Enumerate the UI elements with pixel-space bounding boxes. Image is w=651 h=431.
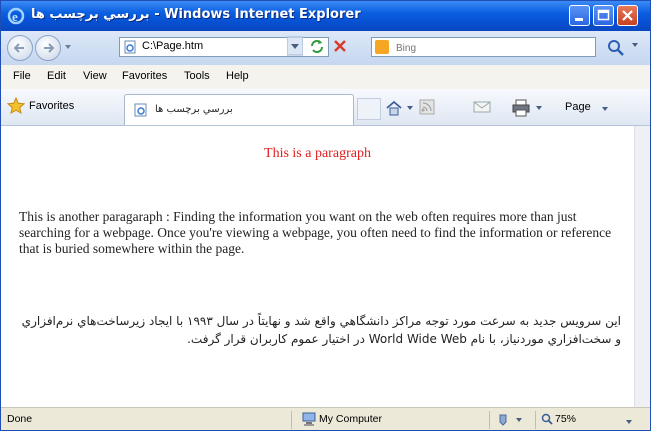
favorites-button[interactable]: Favorites [7, 97, 105, 117]
close-button[interactable] [617, 5, 638, 26]
close-icon [622, 10, 633, 21]
zoom-icon [541, 413, 553, 425]
zone-label: My Computer [319, 413, 383, 425]
favorites-label: Favorites [29, 100, 75, 112]
page-content: This is a paragraph This is another para… [1, 126, 634, 407]
recent-pages-dropdown-icon[interactable] [64, 43, 72, 51]
address-text[interactable]: C:\Page.htm [142, 40, 203, 52]
svg-text:e: e [12, 9, 18, 24]
print-dropdown-icon[interactable] [535, 105, 543, 111]
zoom-dropdown-icon[interactable] [625, 419, 633, 425]
english-paragraph: This is another paragaraph : Finding the… [19, 209, 612, 256]
search-input[interactable] [394, 39, 588, 57]
search-options-dropdown-icon[interactable] [631, 41, 639, 49]
bing-logo-icon [375, 40, 389, 54]
maximize-button[interactable] [593, 5, 614, 26]
status-separator [489, 411, 490, 429]
minimize-icon [575, 18, 583, 21]
menu-help[interactable]: Help [226, 70, 249, 82]
minimize-button[interactable] [569, 5, 590, 26]
back-button[interactable] [7, 35, 33, 61]
stop-icon[interactable] [331, 37, 349, 55]
status-text: Done [7, 413, 33, 425]
status-bar: Done My Computer 75% [1, 407, 650, 430]
maximize-icon [597, 9, 610, 21]
favorites-star-icon [7, 97, 25, 114]
feeds-icon[interactable] [419, 99, 435, 115]
forward-button[interactable] [35, 35, 61, 61]
red-paragraph: This is a paragraph [264, 146, 371, 161]
forward-arrow-icon [44, 43, 55, 53]
title-bar[interactable]: e بررسي برچسب ها - Windows Internet Expl… [1, 1, 650, 31]
home-dropdown-icon[interactable] [406, 105, 414, 111]
menu-tools[interactable]: Tools [184, 70, 210, 82]
status-separator [291, 411, 292, 429]
search-icon[interactable] [605, 37, 627, 57]
read-mail-icon[interactable] [473, 99, 491, 115]
page-icon [124, 40, 136, 54]
menu-edit[interactable]: Edit [47, 70, 66, 82]
back-arrow-icon [13, 43, 24, 53]
menu-view[interactable]: View [83, 70, 107, 82]
address-dropdown-icon[interactable] [287, 35, 303, 57]
address-toolbar: C:\Page.htm [1, 31, 650, 66]
window-title-rtl: بررسي برچسب ها [31, 7, 150, 22]
persian-paragraph: اين سرويس جديد به سرعت مورد توجه مراکز د… [21, 314, 621, 346]
zoom-label: 75% [555, 413, 577, 425]
refresh-icon[interactable] [308, 37, 326, 55]
new-tab-button[interactable] [357, 98, 381, 120]
window-title: بررسي برچسب ها - Windows Internet Explor… [31, 7, 361, 22]
menu-bar: File Edit View Favorites Tools Help [1, 65, 650, 90]
page-dropdown-icon[interactable] [601, 106, 609, 112]
page-menu-button[interactable]: Page [565, 101, 591, 113]
ie-logo-icon: e [7, 7, 25, 25]
protected-mode-icon[interactable] [496, 412, 526, 428]
tab-current-page[interactable]: بررسي برچسب ها [124, 94, 354, 125]
tab-page-icon [134, 103, 147, 117]
menu-file[interactable]: File [13, 70, 31, 82]
favorites-tab-bar: Favorites بررسي برچسب ها Page [1, 89, 650, 126]
window-title-app: - Windows Internet Explorer [149, 7, 361, 22]
tab-label: بررسي برچسب ها [155, 104, 233, 115]
vertical-scrollbar[interactable] [634, 126, 650, 407]
menu-favorites[interactable]: Favorites [122, 70, 167, 82]
ie-window: e بررسي برچسب ها - Windows Internet Expl… [0, 0, 651, 431]
status-separator [535, 411, 536, 429]
print-icon[interactable] [511, 99, 531, 117]
home-icon[interactable] [385, 99, 403, 117]
search-box[interactable] [371, 37, 596, 57]
my-computer-icon [302, 412, 316, 426]
